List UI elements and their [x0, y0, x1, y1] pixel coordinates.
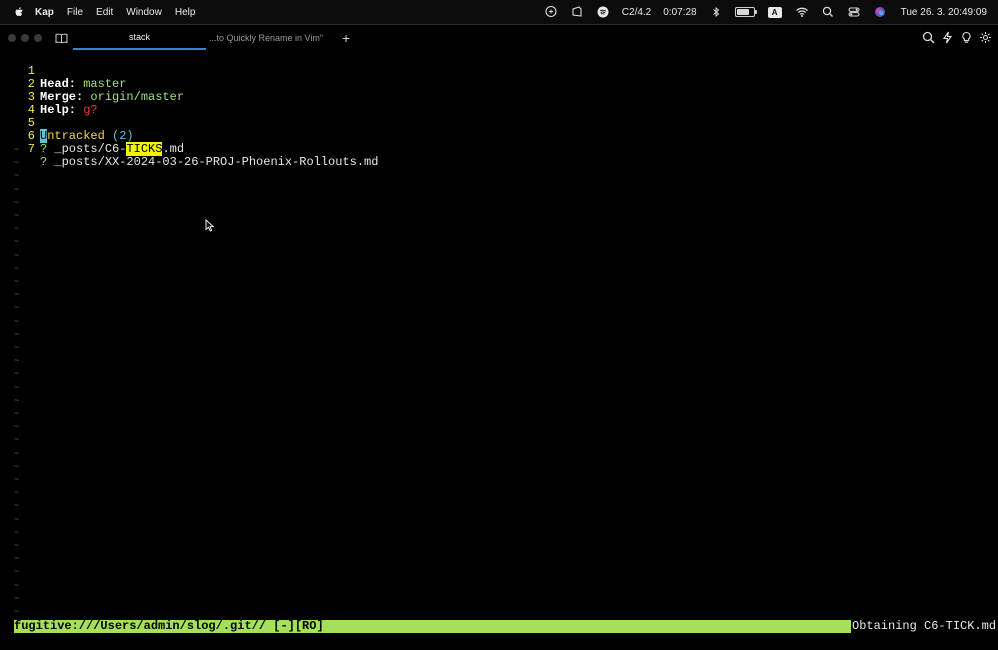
zoom-button[interactable]	[34, 34, 42, 42]
vim-statusline: fugitive:///Users/admin/slog/.git// [-][…	[14, 620, 851, 633]
speech-icon[interactable]	[544, 5, 558, 19]
tilde-marker: ~	[14, 395, 20, 406]
tilde-marker: ~	[14, 277, 20, 287]
buffer-line: 2 Merge: origin/master	[0, 65, 184, 104]
tilde-marker: ~	[14, 329, 20, 340]
buffer-line: 7 ? _posts/XX-2024-03-26-PROJ-Phoenix-Ro…	[0, 130, 379, 169]
untracked-section: ntracked	[47, 129, 105, 143]
menu-edit[interactable]: Edit	[96, 7, 113, 18]
tilde-marker: ~	[14, 461, 20, 472]
mouse-pointer-icon	[205, 219, 215, 232]
search-match: TICKS	[126, 142, 163, 156]
tilde-marker: ~	[14, 369, 20, 380]
tilde-marker: ~	[14, 422, 20, 433]
buffer-line: 5 Untracked (2)	[0, 104, 134, 143]
tilde-marker: ~	[14, 224, 20, 235]
tilde-marker: ~	[14, 343, 20, 353]
book-icon[interactable]	[55, 32, 68, 44]
settings-icon[interactable]	[979, 31, 992, 44]
timer-text[interactable]: 0:07:28	[663, 7, 696, 18]
command-line-message: Obtaining C6-TICK.md	[852, 619, 997, 633]
input-source-badge[interactable]: A	[767, 6, 782, 18]
menubar-clock[interactable]: Tue 26. 3. 20:49:09	[901, 7, 987, 18]
tilde-marker: ~	[14, 554, 20, 565]
minimize-button[interactable]	[21, 34, 29, 42]
merge-branch: origin/master	[90, 90, 185, 104]
search-icon[interactable]	[922, 31, 935, 44]
search-icon[interactable]	[821, 5, 835, 19]
line-number: 7	[27, 142, 35, 156]
tilde-marker: ~	[14, 237, 20, 248]
tilde-marker: ~	[14, 567, 20, 578]
spotify-icon[interactable]	[596, 5, 610, 19]
tilde-marker: ~	[14, 303, 20, 314]
tilde-marker: ~	[14, 580, 20, 591]
control-center-icon[interactable]	[847, 5, 861, 19]
tilde-marker: ~	[14, 290, 20, 301]
bolt-icon[interactable]	[941, 31, 954, 44]
tilde-marker: ~	[14, 171, 20, 182]
new-tab-button[interactable]: +	[342, 30, 350, 46]
terminal-window: stack ...to Quickly Rename in Vim" + 1 H…	[0, 24, 998, 650]
help-label: Help:	[40, 103, 77, 117]
tilde-marker: ~	[14, 382, 20, 393]
screen-record-icon[interactable]	[570, 5, 584, 19]
head-label: Head:	[40, 77, 77, 91]
tilde-marker: ~	[14, 409, 20, 419]
bluetooth-icon[interactable]	[709, 5, 723, 19]
untracked-marker: ?	[40, 155, 48, 169]
tilde-marker: ~	[14, 211, 20, 221]
tilde-marker: ~	[14, 158, 20, 169]
buffer-line: 4	[0, 91, 43, 117]
menu-window[interactable]: Window	[126, 7, 162, 18]
siri-icon[interactable]	[873, 5, 887, 19]
file-path[interactable]: _posts/XX-2024-03-26-PROJ-Phoenix-Rollou…	[54, 155, 378, 169]
merge-label: Merge:	[40, 90, 84, 104]
tilde-marker: ~	[14, 501, 20, 512]
tilde-marker: ~	[14, 541, 20, 551]
tracker-text[interactable]: C2/4.2	[622, 7, 651, 18]
tilde-marker: ~	[14, 448, 20, 459]
buffer-line: 6 ? _posts/C6-TICKS.md	[0, 117, 184, 156]
tilde-marker: ~	[14, 316, 20, 327]
untracked-count: (2)	[112, 129, 134, 143]
menu-file[interactable]: File	[67, 7, 83, 18]
tilde-marker: ~	[14, 356, 20, 367]
wifi-icon[interactable]	[795, 5, 809, 19]
close-button[interactable]	[8, 34, 16, 42]
buffer-line: 3 Help: g?	[0, 78, 98, 117]
tilde-marker: ~	[14, 250, 20, 261]
tilde-marker: ~	[14, 475, 20, 485]
buffer-line: 1 Head: master	[0, 52, 127, 91]
window-controls	[8, 34, 47, 42]
tilde-marker: ~	[14, 488, 20, 499]
tab-bar: stack ...to Quickly Rename in Vim" +	[0, 26, 998, 50]
tab-rename-in-vim[interactable]: ...to Quickly Rename in Vim"	[207, 26, 325, 50]
tilde-marker: ~	[14, 593, 20, 604]
head-branch: master	[83, 77, 127, 91]
tilde-marker: ~	[14, 435, 20, 446]
menu-bar: Kap File Edit Window Help C2/4.2 0:07:28…	[0, 0, 998, 24]
tilde-marker: ~	[14, 184, 20, 195]
menu-help[interactable]: Help	[175, 7, 196, 18]
bulb-icon[interactable]	[960, 31, 973, 44]
tab-tools	[916, 31, 992, 44]
file-path[interactable]: _posts/C6-TICKS.md	[54, 142, 184, 156]
tilde-marker: ~	[14, 145, 20, 155]
tilde-marker: ~	[14, 607, 20, 617]
tilde-marker: ~	[14, 527, 20, 538]
tilde-marker: ~	[14, 197, 20, 208]
tab-stack[interactable]: stack	[73, 26, 206, 50]
apple-icon[interactable]	[12, 5, 26, 19]
battery-icon[interactable]	[734, 7, 757, 17]
tilde-marker: ~	[14, 263, 20, 274]
help-key: g?	[83, 103, 98, 117]
tilde-marker: ~	[14, 514, 20, 525]
menu-app-name[interactable]: Kap	[35, 7, 54, 18]
